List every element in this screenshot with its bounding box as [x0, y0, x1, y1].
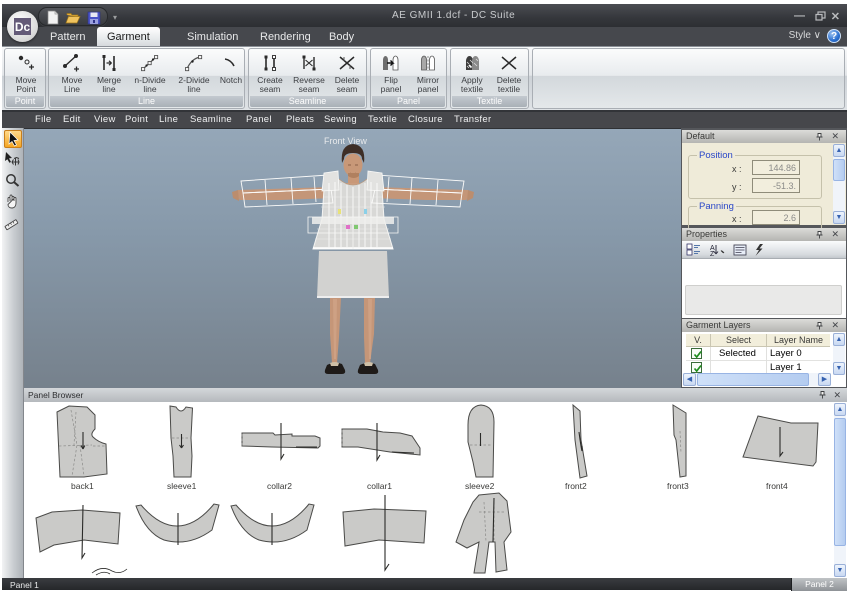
svg-text:collar2: collar2 — [267, 481, 292, 491]
svg-text:back1: back1 — [71, 481, 94, 491]
svg-text:sleeve2: sleeve2 — [465, 481, 495, 491]
svg-text:sleeve1: sleeve1 — [167, 481, 197, 491]
svg-text:front4: front4 — [766, 481, 788, 491]
svg-text:collar1: collar1 — [367, 481, 392, 491]
svg-text:front3: front3 — [667, 481, 689, 491]
svg-text:front2: front2 — [565, 481, 587, 491]
